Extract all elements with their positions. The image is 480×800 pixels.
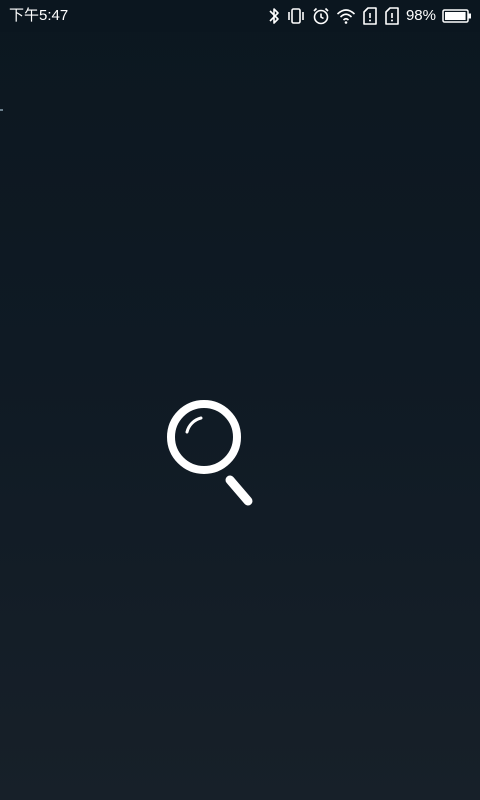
battery-percent: 98% (405, 7, 436, 24)
battery-icon (442, 6, 472, 26)
bluetooth-icon (268, 6, 280, 26)
status-time: 下午5:47 (9, 7, 69, 24)
wifi-icon (336, 6, 356, 26)
alarm-icon (312, 6, 330, 26)
status-bar: 下午5:47 98% (0, 0, 480, 32)
vibrate-icon (286, 6, 306, 26)
search-icon (164, 400, 256, 510)
status-icons: 98% (262, 5, 472, 27)
sim-card-icon (384, 6, 400, 26)
edge-indicator (0, 109, 3, 111)
sim-card-icon (362, 6, 378, 26)
center-search (164, 400, 256, 510)
